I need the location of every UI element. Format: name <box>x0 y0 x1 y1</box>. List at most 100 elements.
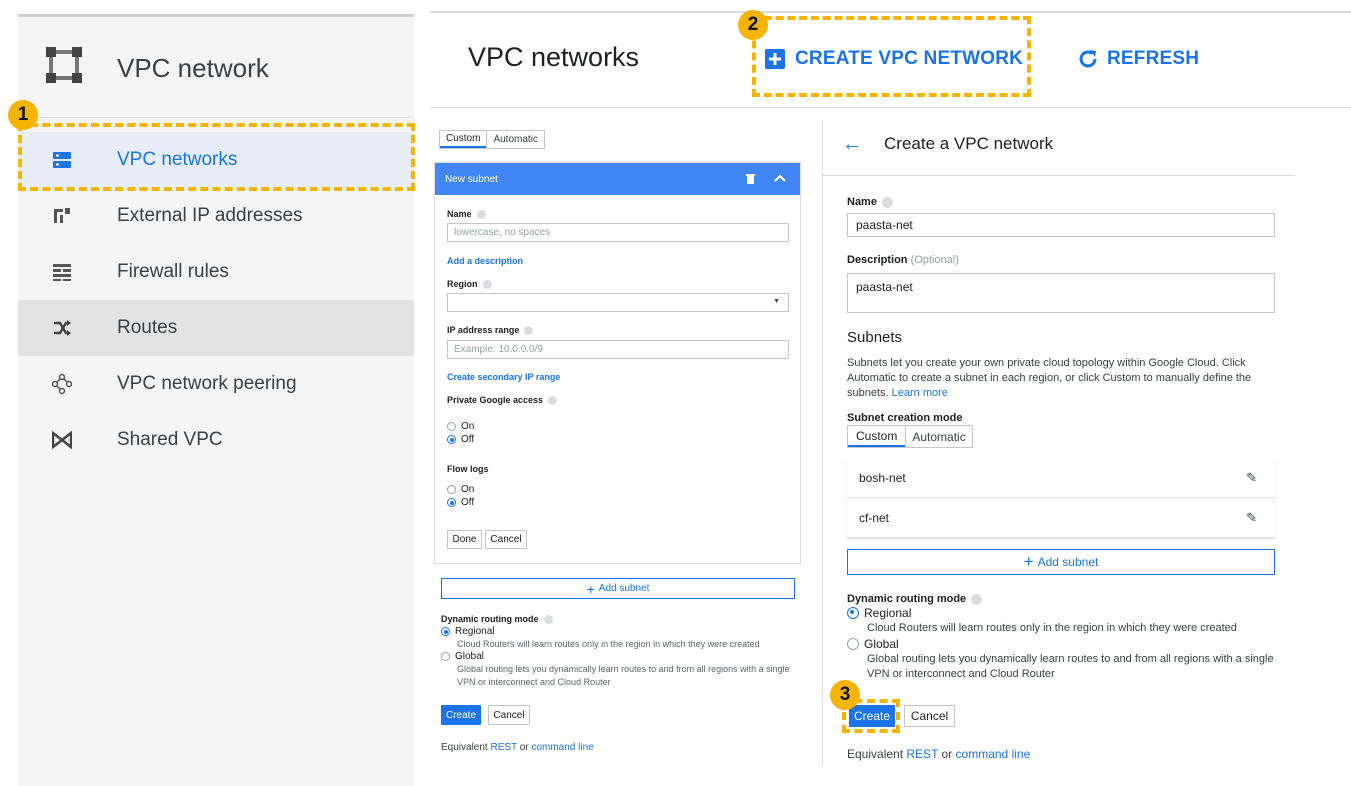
routes-icon <box>54 320 71 336</box>
regional-description: Cloud Routers will learn routes only in … <box>867 622 1237 634</box>
radio-icon <box>447 422 456 431</box>
private-google-access-label: Private Google access <box>447 395 558 406</box>
regional-radio-small[interactable]: Regional <box>441 626 494 637</box>
tab-automatic[interactable]: Automatic <box>486 131 543 148</box>
global-description-small-1: Global routing lets you dynamically lear… <box>457 664 790 674</box>
vpc-network-logo-icon <box>46 47 82 83</box>
plus-icon: + <box>1023 552 1034 571</box>
network-name-input[interactable]: paasta-net <box>847 213 1275 237</box>
region-label: Region <box>447 279 492 290</box>
radio-selected-icon <box>441 627 450 636</box>
pga-on-radio[interactable]: On <box>447 421 474 432</box>
help-icon[interactable] <box>971 593 983 605</box>
pga-off-radio[interactable]: Off <box>447 434 474 445</box>
edit-pencil-icon[interactable]: ✎ <box>1246 510 1257 526</box>
equivalent-rest-line: Equivalent REST or command line <box>847 747 1031 761</box>
tab-custom[interactable]: Custom <box>848 426 906 447</box>
help-icon[interactable] <box>543 615 553 625</box>
sidebar-item-routes[interactable]: Routes <box>18 300 414 356</box>
add-subnet-button-small[interactable]: + Add subnet <box>441 578 795 599</box>
sidebar-item-label: Shared VPC <box>117 429 223 450</box>
routing-mode-label-small: Dynamic routing mode <box>441 614 553 625</box>
radio-icon <box>447 485 456 494</box>
plus-icon: + <box>586 580 595 597</box>
description-label: Description (Optional) <box>847 254 959 266</box>
ip-range-label: IP address range <box>447 325 534 336</box>
header-bottom-line <box>430 107 1351 108</box>
panel-divider <box>822 120 823 766</box>
help-icon[interactable] <box>548 396 558 406</box>
rest-link[interactable]: REST <box>490 742 517 753</box>
panel-title-divider <box>823 175 1295 176</box>
flow-off-radio[interactable]: Off <box>447 497 474 508</box>
shared-vpc-icon <box>52 430 72 450</box>
tab-custom[interactable]: Custom <box>440 131 487 148</box>
sidebar-item-shared-vpc[interactable]: Shared VPC <box>18 412 414 468</box>
command-line-link[interactable]: command line <box>956 747 1031 761</box>
help-icon[interactable] <box>476 210 486 220</box>
subnet-name-input[interactable]: lowercase, no spaces <box>447 223 789 242</box>
routing-mode-label: Dynamic routing mode <box>847 593 983 605</box>
global-description-2: VPN or interconnect and Cloud Router <box>867 668 1055 680</box>
help-icon[interactable] <box>482 280 492 290</box>
peering-icon <box>52 374 72 394</box>
regional-radio[interactable]: Regional <box>847 606 911 620</box>
step-badge-2: 2 <box>738 10 768 40</box>
create-panel-title: Create a VPC network <box>884 134 1054 153</box>
command-line-link[interactable]: command line <box>531 742 593 753</box>
region-select[interactable]: ▼ <box>447 293 789 312</box>
chevron-up-icon[interactable] <box>774 174 786 182</box>
sidebar-item-label: Firewall rules <box>117 261 229 282</box>
sidebar-item-label: VPC network peering <box>117 373 297 394</box>
subnets-text-3: subnets. Learn more <box>847 387 948 399</box>
equivalent-rest-line-small: Equivalent REST or command line <box>441 742 594 753</box>
back-arrow-icon[interactable]: ← <box>842 133 862 156</box>
help-icon[interactable] <box>881 196 893 208</box>
cancel-button-small[interactable]: Cancel <box>488 705 530 725</box>
highlight-box-1 <box>18 123 415 191</box>
subnet-name: bosh-net <box>859 471 906 485</box>
refresh-icon <box>1079 50 1097 68</box>
add-description-link[interactable]: Add a description <box>447 256 523 266</box>
cancel-subnet-button[interactable]: Cancel <box>485 530 527 549</box>
edit-pencil-icon[interactable]: ✎ <box>1246 470 1257 486</box>
global-description-small-2: VPN or interconnect and Cloud Router <box>457 677 611 687</box>
help-icon[interactable] <box>524 326 534 336</box>
subnet-row-cf-net[interactable]: cf-net ✎ <box>847 498 1275 537</box>
create-button-small[interactable]: Create <box>441 705 481 725</box>
delete-icon[interactable] <box>746 173 755 184</box>
subnets-text-1: Subnets let you create your own private … <box>847 357 1246 369</box>
radio-icon <box>847 638 859 650</box>
subnet-creation-mode-label: Subnet creation mode <box>847 412 963 424</box>
refresh-button[interactable]: REFRESH <box>1077 48 1199 70</box>
subnets-text-2: Automatic to create a subnet in each reg… <box>847 372 1252 384</box>
sidebar-item-label: External IP addresses <box>117 205 303 226</box>
sidebar-item-external-ip[interactable]: External IP addresses <box>18 188 414 244</box>
tab-automatic[interactable]: Automatic <box>905 426 971 447</box>
highlight-box-2 <box>752 16 1031 97</box>
subnets-heading: Subnets <box>847 329 903 346</box>
ip-range-input[interactable]: Example: 10.0.0.0/9 <box>447 340 789 359</box>
sidebar-item-firewall-rules[interactable]: Firewall rules <box>18 244 414 300</box>
flow-on-radio[interactable]: On <box>447 484 474 495</box>
radio-selected-icon <box>847 607 859 619</box>
rest-link[interactable]: REST <box>906 747 938 761</box>
sidebar-item-vpc-peering[interactable]: VPC network peering <box>18 356 414 412</box>
new-subnet-card: New subnet Name lowercase, no spaces Add… <box>434 162 801 564</box>
regional-description-small: Cloud Routers will learn routes only in … <box>457 639 760 649</box>
description-textarea[interactable]: paasta-net <box>847 273 1275 313</box>
secondary-ip-range-link[interactable]: Create secondary IP range <box>447 372 560 382</box>
step-badge-1: 1 <box>8 100 38 130</box>
sidebar-item-label: Routes <box>117 317 178 338</box>
new-subnet-header[interactable]: New subnet <box>435 163 800 195</box>
add-subnet-button[interactable]: + Add subnet <box>847 549 1275 575</box>
subnet-row-bosh-net[interactable]: bosh-net ✎ <box>847 459 1275 498</box>
global-radio-small[interactable]: Global <box>441 651 484 662</box>
name-label: Name <box>447 209 486 220</box>
sidebar-title: VPC network <box>117 53 269 83</box>
global-radio[interactable]: Global <box>847 637 899 651</box>
done-button[interactable]: Done <box>447 530 482 549</box>
cancel-button[interactable]: Cancel <box>904 705 955 727</box>
learn-more-link[interactable]: Learn more <box>892 387 948 399</box>
global-description-1: Global routing lets you dynamically lear… <box>867 653 1274 665</box>
